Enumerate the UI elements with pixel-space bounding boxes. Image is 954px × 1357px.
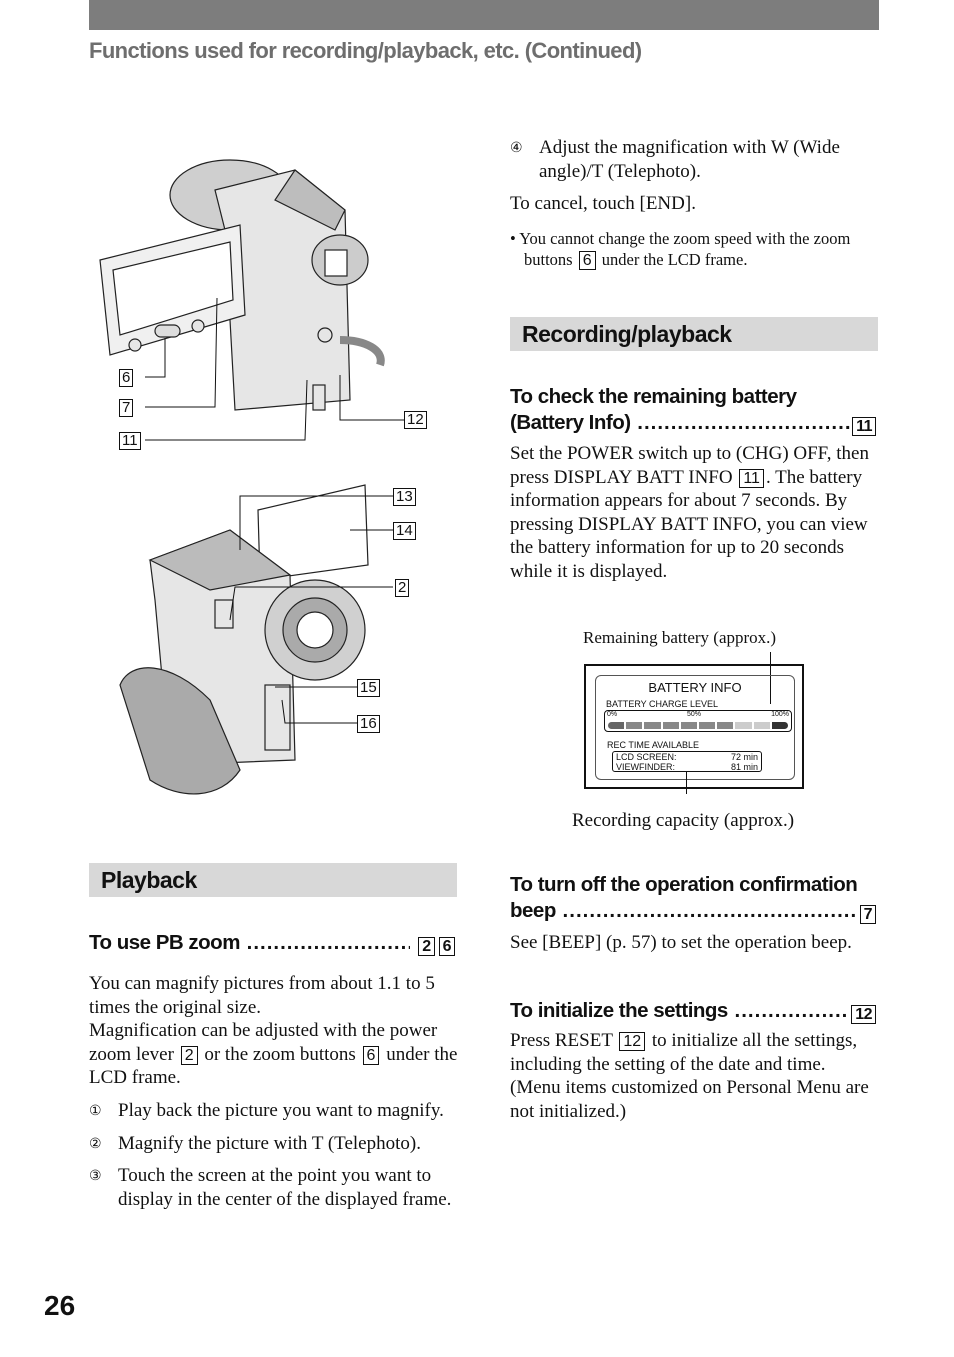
callout-6: 6 (119, 369, 134, 387)
rec-time-label: REC TIME AVAILABLE (607, 740, 700, 750)
camera-rear-illustration (99, 159, 405, 441)
heading-text: beep (510, 899, 556, 922)
ref-6: 6 (438, 937, 455, 956)
manual-page: Functions used for recording/playback, e… (0, 0, 954, 1357)
cancel-instruction: To cancel, touch [END]. (510, 193, 696, 215)
step-1: ① Play back the picture you want to magni… (89, 1099, 461, 1123)
battery-info-screen: BATTERY INFO BATTERY CHARGE LEVEL 0% 50%… (584, 664, 804, 789)
callout-16: 16 (357, 715, 380, 733)
vf-value: 81 min (730, 761, 758, 772)
heading-line2: (Battery Info) .........................… (510, 410, 878, 436)
charge-segment (680, 722, 698, 729)
ref-11: 11 (852, 417, 876, 436)
caption-remaining-battery: Remaining battery (approx.) (583, 628, 777, 647)
ref-6: 6 (578, 250, 596, 270)
heading-line1: To turn off the operation confirmation (510, 873, 858, 896)
beep-text: See [BEEP] (p. 57) to set the operation … (510, 932, 852, 953)
heading-initialize: To initialize the settings .............… (510, 998, 878, 1024)
step-text: Touch the screen at the point you want t… (118, 1165, 452, 1210)
ref-12: 12 (619, 1032, 646, 1051)
leader-dots: ........................................… (562, 899, 858, 922)
callout-13: 13 (393, 488, 416, 506)
charge-segment (699, 722, 716, 729)
heading-text: To use PB zoom (89, 931, 240, 954)
scale-0: 0% (607, 711, 618, 718)
step-2: ② Magnify the picture with T (Telephoto). (89, 1132, 461, 1156)
leader-dots: .............................. (734, 999, 850, 1022)
scale-100: 100% (771, 711, 789, 718)
battery-info-text: Set the POWER switch up to (CHG) OFF, th… (510, 442, 878, 584)
callout-12: 12 (404, 411, 427, 429)
callout-11: 11 (119, 432, 141, 450)
text: (Menu items customized on Personal Menu … (510, 1077, 869, 1122)
charge-segment (644, 722, 661, 729)
charge-segment (753, 722, 770, 729)
step-4: ④ Adjust the magnification with W (Wide a… (510, 136, 880, 183)
step-text: Magnify the picture with T (Telephoto). (118, 1132, 421, 1154)
step-number: ④ (510, 139, 523, 155)
pb-zoom-para1: You can magnify pictures from about 1.1 … (89, 973, 435, 1018)
charge-segments (608, 722, 789, 729)
heading-text: (Battery Info) (510, 411, 631, 434)
ref-2: 2 (180, 1045, 198, 1065)
ref-11: 11 (739, 468, 764, 488)
pb-zoom-description: You can magnify pictures from about 1.1 … (89, 972, 461, 1211)
callout-14: 14 (393, 522, 416, 540)
heading-pb-zoom: To use PB zoom .........................… (89, 930, 457, 956)
pb-zoom-continued: ④ Adjust the magnification with W (Wide a… (510, 136, 880, 270)
heading-text: To initialize the settings (510, 999, 728, 1022)
callout-15: 15 (357, 679, 380, 697)
step-3: ③ Touch the screen at the point you want … (89, 1164, 461, 1211)
charge-segment (717, 722, 734, 729)
heading-beep: To turn off the operation confirmation b… (510, 872, 878, 924)
header-bar (89, 0, 879, 30)
heading-line1: To check the remaining battery (510, 385, 797, 408)
page-number: 26 (44, 1290, 76, 1321)
charge-segment (662, 722, 679, 729)
charge-segment (735, 722, 752, 729)
camera-front-illustration (119, 484, 393, 795)
heading-battery-info: To check the remaining battery (Battery … (510, 384, 878, 436)
zoom-note: • You cannot change the zoom speed with … (510, 228, 880, 270)
charge-segment (626, 722, 643, 729)
step-text: Play back the picture you want to magnif… (118, 1099, 444, 1121)
text: Press RESET (510, 1030, 613, 1051)
ref-12: 12 (851, 1005, 876, 1024)
step-number: ③ (89, 1167, 102, 1184)
ref-7: 7 (859, 905, 876, 924)
screen-title: BATTERY INFO (648, 680, 742, 695)
charge-segment (608, 722, 625, 729)
vf-label: VIEWFINDER: (616, 761, 676, 772)
step-number: ① (89, 1101, 102, 1118)
text: under the LCD frame. (601, 249, 748, 269)
pb-zoom-para2: Magnification can be adjusted with the p… (89, 1019, 461, 1090)
step-text: Adjust the magnification with W (Wide an… (539, 137, 840, 182)
initialize-text: Press RESET 12 to initialize all the set… (510, 1029, 880, 1123)
section-recording-playback: Recording/playback (510, 317, 878, 351)
charge-segment (771, 722, 789, 729)
charge-level-bar: 0% 50% 100% (604, 710, 792, 732)
caption-recording-capacity: Recording capacity (approx.) (572, 810, 795, 831)
scale-50: 50% (687, 711, 702, 718)
callout-2: 2 (395, 579, 410, 597)
charge-label: BATTERY CHARGE LEVEL (606, 699, 719, 709)
heading-line2: beep ...................................… (510, 898, 878, 924)
page-title: Functions used for recording/playback, e… (89, 38, 642, 63)
section-playback: Playback (89, 863, 457, 897)
callout-7: 7 (119, 399, 134, 417)
leader-dots: ........................................… (637, 411, 850, 434)
step-number: ② (89, 1134, 102, 1151)
leader-dots: .............................. (246, 931, 411, 954)
text: or the zoom buttons (204, 1043, 356, 1065)
ref-6: 6 (362, 1045, 380, 1065)
rec-time-box: LCD SCREEN: 72 min VIEWFINDER: 81 min (612, 751, 762, 772)
ref-2: 2 (418, 937, 435, 956)
caption-leader-line (686, 772, 687, 794)
